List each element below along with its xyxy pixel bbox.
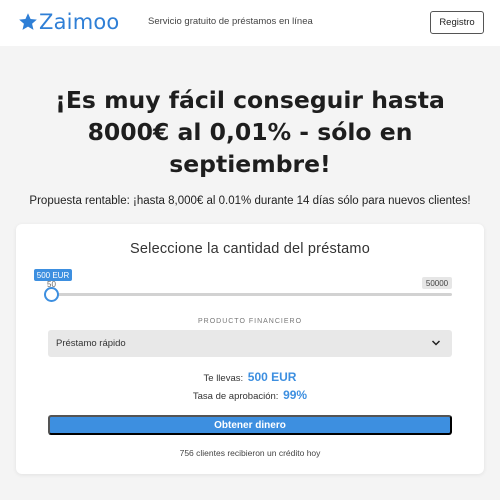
receive-amount: Te llevas: 500 EUR <box>16 370 484 384</box>
product-select[interactable]: Préstamo rápido <box>48 330 452 357</box>
site-header: Zaimoo Servicio gratuito de préstamos en… <box>0 0 500 46</box>
receive-value: 500 EUR <box>247 370 297 384</box>
approval-rate: Tasa de aprobación: 99% <box>16 388 484 402</box>
page-subtitle: Propuesta rentable: ¡hasta 8,000€ al 0.0… <box>29 195 471 207</box>
slider-max-label: 50000 <box>422 277 452 289</box>
approval-label: Tasa de aprobación: <box>192 391 279 402</box>
chevron-down-icon <box>431 340 441 346</box>
calculator-title: Seleccione la cantidad del préstamo <box>130 241 370 257</box>
product-selected-value: Préstamo rápido <box>56 338 126 349</box>
clients-note: 756 clientes recibieron un crédito hoy <box>179 448 321 458</box>
page-title: ¡Es muy fácil conseguir hasta 8000€ al 0… <box>55 86 445 178</box>
tagline: Servicio gratuito de préstamos en línea <box>148 16 313 27</box>
loan-calculator-card: Seleccione la cantidad del préstamo 500 … <box>16 224 484 474</box>
brand-logo[interactable]: Zaimoo <box>18 9 119 35</box>
product-label: PRODUCTO FINANCIERO <box>197 318 303 325</box>
get-money-button[interactable]: Obtener dinero <box>48 415 452 435</box>
brand-name: Zaimoo <box>39 10 120 34</box>
register-button[interactable]: Registro <box>430 11 484 34</box>
star-icon <box>19 13 37 30</box>
receive-label: Te llevas: <box>203 373 244 384</box>
approval-value: 99% <box>283 388 308 402</box>
amount-slider-handle[interactable] <box>44 287 59 302</box>
amount-slider-track[interactable] <box>46 293 452 296</box>
